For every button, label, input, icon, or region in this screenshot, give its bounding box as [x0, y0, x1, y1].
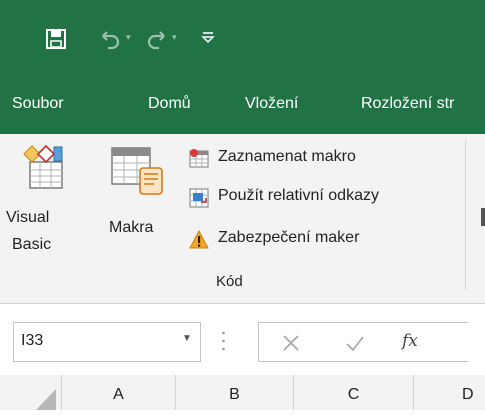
macros-label: Makra [109, 219, 154, 236]
tab-insert[interactable]: Vložení [245, 95, 298, 113]
group-separator [465, 140, 466, 290]
macro-security-label: Zabezpečení maker [218, 229, 360, 246]
visual-basic-label-line1: Visual [6, 209, 50, 226]
name-box-dropdown-icon[interactable]: ▼ [182, 333, 192, 344]
column-header-b[interactable]: B [176, 375, 294, 410]
tab-file[interactable]: Soubor [12, 95, 64, 113]
visual-basic-icon [20, 144, 68, 192]
undo-dropdown-icon[interactable]: ▾ [126, 32, 131, 43]
formula-buttons: fx [258, 322, 468, 362]
visual-basic-label-line2: Basic [12, 236, 52, 253]
relative-references-button[interactable]: Použít relativní odkazy [186, 185, 446, 213]
undo-icon[interactable] [98, 27, 122, 51]
redo-dropdown-icon[interactable]: ▾ [172, 32, 177, 43]
next-group-edge [481, 208, 485, 226]
tab-home[interactable]: Domů [148, 95, 191, 113]
column-header-d[interactable]: D [414, 375, 485, 410]
name-box-value: I33 [21, 332, 44, 349]
enter-icon[interactable] [344, 333, 366, 353]
group-label-code: Kód [216, 273, 243, 290]
save-icon[interactable] [45, 28, 67, 50]
relative-references-icon [189, 188, 209, 208]
record-macro-icon [189, 149, 209, 169]
visual-basic-button[interactable]: Visual Basic [6, 144, 72, 264]
title-bar: ▾ ▾ Soubor Domů Vložení Rozložení str [0, 0, 485, 134]
column-header-c[interactable]: C [294, 375, 414, 410]
tab-page-layout[interactable]: Rozložení str [361, 95, 454, 113]
record-macro-button[interactable]: Zaznamenat makro [186, 146, 416, 174]
cancel-icon[interactable] [281, 333, 301, 353]
redo-icon[interactable] [145, 27, 169, 51]
column-header-a[interactable]: A [62, 375, 176, 410]
name-box[interactable]: I33 ▼ [13, 322, 201, 362]
warning-icon [189, 229, 209, 250]
macros-icon [110, 144, 166, 200]
insert-function-icon[interactable]: fx [402, 331, 418, 351]
macros-button[interactable]: Makra [107, 144, 169, 264]
macro-security-button[interactable]: Zabezpečení maker [186, 227, 416, 255]
customize-qat-icon[interactable] [200, 29, 216, 45]
relative-references-label: Použít relativní odkazy [218, 187, 379, 204]
formula-bar-grip-icon [222, 328, 225, 354]
select-all-corner[interactable] [0, 375, 62, 410]
record-macro-label: Zaznamenat makro [218, 148, 356, 165]
